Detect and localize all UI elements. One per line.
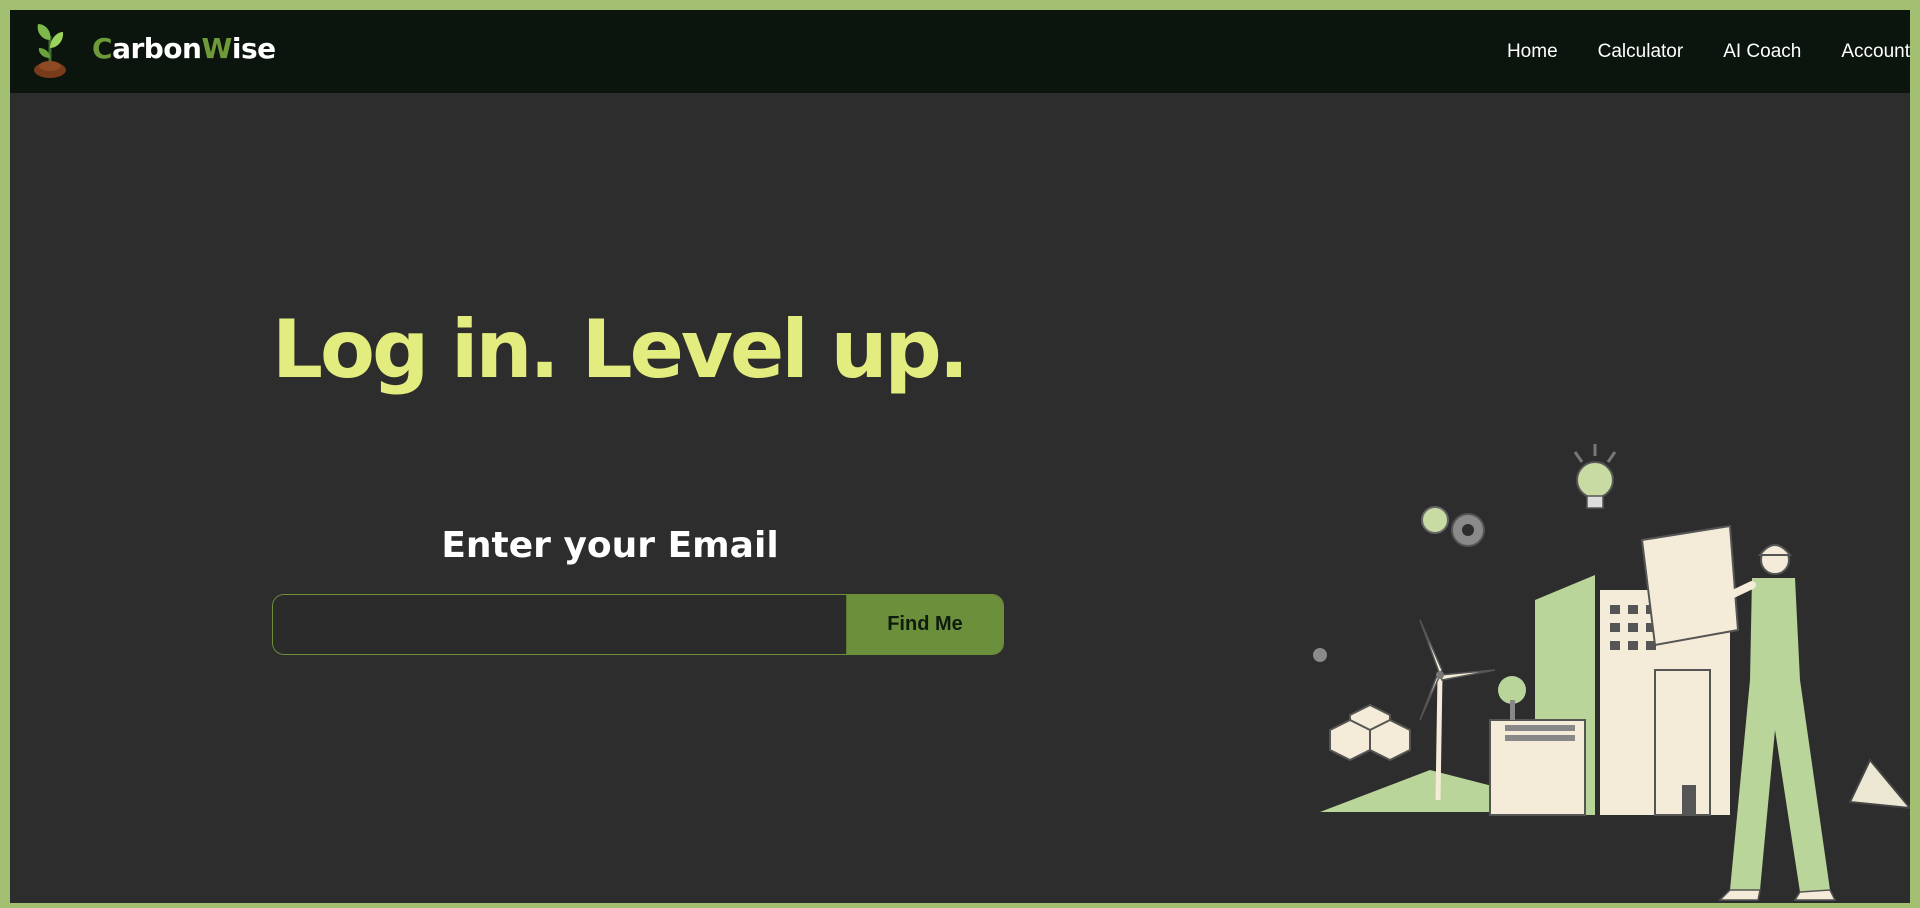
page-frame: CarbonWise Home Calculator AI Coach Acco…: [10, 10, 1910, 903]
brand-second-letter: W: [201, 32, 232, 65]
green-city-worker-illustration: [1313, 444, 1910, 901]
nav-calculator[interactable]: Calculator: [1598, 41, 1684, 63]
brand-logo[interactable]: CarbonWise: [92, 32, 276, 65]
nav-links: Home Calculator AI Coach Account: [1467, 10, 1910, 93]
brand-part-one: arbon: [112, 32, 202, 65]
hero-headline: Log in. Level up.: [272, 303, 969, 396]
navbar: CarbonWise Home Calculator AI Coach Acco…: [10, 10, 1910, 93]
email-form: Find Me: [272, 594, 1004, 655]
find-me-button[interactable]: Find Me: [846, 595, 1003, 654]
sprout-icon: [34, 24, 66, 78]
email-input[interactable]: [273, 595, 846, 654]
nav-home[interactable]: Home: [1507, 41, 1558, 63]
nav-ai-coach[interactable]: AI Coach: [1723, 41, 1801, 63]
brand-first-letter: C: [92, 32, 113, 65]
nav-account[interactable]: Account: [1841, 41, 1910, 63]
brand-part-two: ise: [231, 32, 276, 65]
email-label: Enter your Email: [441, 525, 779, 566]
